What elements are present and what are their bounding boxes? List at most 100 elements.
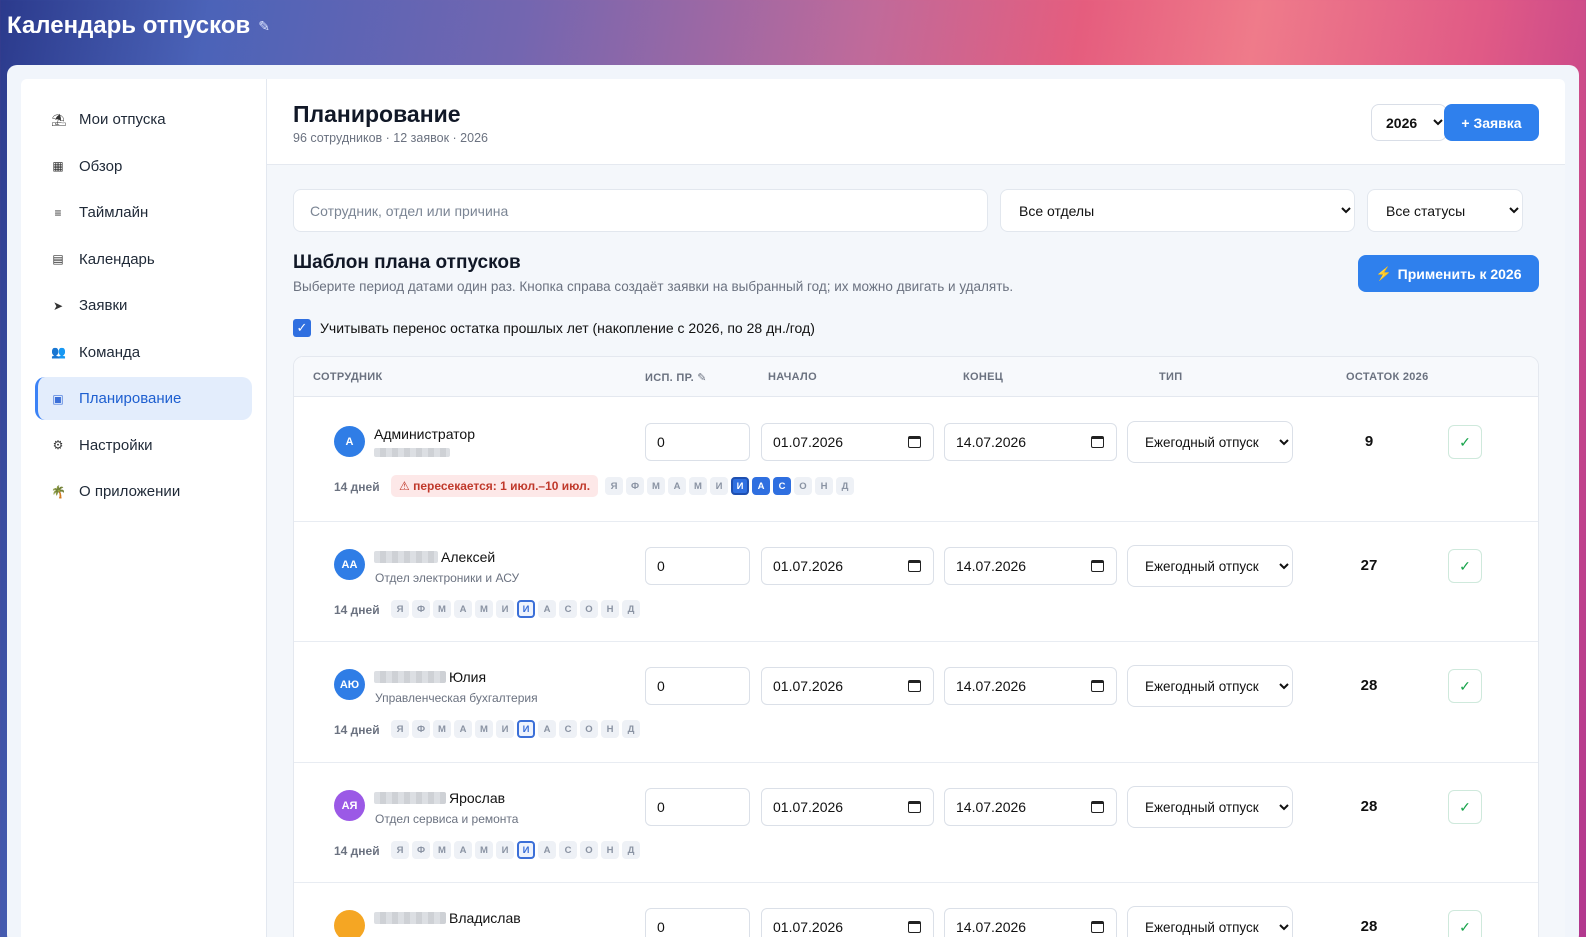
month-cell: Н xyxy=(601,841,619,859)
vacation-type-select[interactable]: Ежегодный отпуск xyxy=(1127,906,1293,937)
year-select[interactable]: 2026 xyxy=(1371,104,1447,141)
employee-name-text: Ярослав xyxy=(449,790,506,806)
sidebar-item-plan[interactable]: ▣ Планирование xyxy=(35,377,252,420)
confirm-button[interactable]: ✓ xyxy=(1448,790,1482,824)
confirm-button[interactable]: ✓ xyxy=(1448,910,1482,937)
sidebar-item-send[interactable]: ➤ Заявки xyxy=(35,284,252,327)
employee-department: Управленческая бухгалтерия xyxy=(375,691,538,705)
month-cell: И xyxy=(731,477,749,495)
used-days-input[interactable] xyxy=(645,547,750,585)
month-cell: И xyxy=(496,841,514,859)
month-cell: И xyxy=(496,600,514,618)
vacation-type-select[interactable]: Ежегодный отпуск xyxy=(1127,421,1293,463)
palm-icon: 🌴 xyxy=(51,484,66,499)
calendar-icon[interactable] xyxy=(1091,921,1104,933)
department-select[interactable]: Все отделы xyxy=(1000,189,1355,232)
redacted-surname xyxy=(374,551,438,563)
used-days-input[interactable] xyxy=(645,667,750,705)
vacation-type-select[interactable]: Ежегодный отпуск xyxy=(1127,545,1293,587)
employee-name: Юлия xyxy=(374,669,486,685)
sidebar-item-lines[interactable]: ≡ Таймлайн xyxy=(35,191,252,234)
column-header: ТИП xyxy=(1159,371,1183,383)
end-date-input[interactable]: 14.07.2026 xyxy=(944,788,1117,826)
calendar-icon[interactable] xyxy=(908,921,921,933)
sidebar-item-label: О приложении xyxy=(79,483,181,500)
calendar-icon[interactable] xyxy=(908,680,921,692)
month-strip: ЯФМАМИИАСОНД xyxy=(391,841,640,859)
confirm-button[interactable]: ✓ xyxy=(1448,669,1482,703)
redacted-surname xyxy=(374,912,446,924)
month-cell: Д xyxy=(622,841,640,859)
sidebar-item-gear[interactable]: ⚙ Настройки xyxy=(35,424,252,467)
calendar-icon[interactable] xyxy=(1091,801,1104,813)
plan-table: СОТРУДНИК ИСП. ПР. ✎ НАЧАЛО КОНЕЦ ТИП ОСТАТОК… xyxy=(293,356,1539,937)
calendar-icon[interactable] xyxy=(908,801,921,813)
start-date-value: 01.07.2026 xyxy=(773,799,844,815)
month-cell: А xyxy=(752,477,770,495)
new-request-button[interactable]: + Заявка xyxy=(1444,104,1539,141)
end-date-value: 14.07.2026 xyxy=(956,678,1027,694)
end-date-input[interactable]: 14.07.2026 xyxy=(944,423,1117,461)
check-icon: ✓ xyxy=(1459,557,1471,574)
confirm-button[interactable]: ✓ xyxy=(1448,425,1482,459)
sidebar-item-team[interactable]: 👥 Команда xyxy=(35,331,252,374)
checkbox-checked-icon[interactable]: ✓ xyxy=(293,319,311,337)
sidebar-item-calendar[interactable]: ▤ Календарь xyxy=(35,238,252,281)
sidebar-item-umbrella[interactable]: ⛱ Мои отпуска xyxy=(35,98,252,141)
used-days-input[interactable] xyxy=(645,908,750,937)
calendar-icon[interactable] xyxy=(908,436,921,448)
end-date-input[interactable]: 14.07.2026 xyxy=(944,908,1117,937)
sidebar: ⛱ Мои отпуска ▦ Обзор ≡ Таймлайн ▤ Календарь ➤ За… xyxy=(21,79,267,937)
used-days-input[interactable] xyxy=(645,423,750,461)
sidebar-item-label: Таймлайн xyxy=(79,204,149,221)
confirm-button[interactable]: ✓ xyxy=(1448,549,1482,583)
calendar-icon[interactable] xyxy=(1091,436,1104,448)
end-date-input[interactable]: 14.07.2026 xyxy=(944,547,1117,585)
employee-name-text: Владислав xyxy=(449,910,521,926)
employee-name: Алексей xyxy=(374,549,495,565)
calendar-icon[interactable] xyxy=(1091,680,1104,692)
calendar-icon[interactable] xyxy=(1091,560,1104,572)
sidebar-item-grid[interactable]: ▦ Обзор xyxy=(35,145,252,188)
carry-over-toggle[interactable]: ✓ Учитывать перенос остатка прошлых лет … xyxy=(293,319,815,337)
start-date-input[interactable]: 01.07.2026 xyxy=(761,547,934,585)
month-cell: А xyxy=(668,477,686,495)
sidebar-item-label: Планирование xyxy=(79,390,182,407)
vacation-days: 14 дней xyxy=(334,603,380,617)
sidebar-item-label: Мои отпуска xyxy=(79,111,166,128)
end-date-value: 14.07.2026 xyxy=(956,919,1027,935)
column-header: СОТРУДНИК xyxy=(313,371,383,383)
start-date-input[interactable]: 01.07.2026 xyxy=(761,423,934,461)
apply-template-label: Применить к 2026 xyxy=(1397,265,1522,282)
employee-name: Администратор xyxy=(374,426,475,442)
status-select[interactable]: Все статусы xyxy=(1367,189,1523,232)
send-icon: ➤ xyxy=(52,298,64,313)
month-cell: С xyxy=(559,841,577,859)
app-title-text: Календарь отпусков xyxy=(7,12,251,39)
avatar: АА xyxy=(334,549,365,580)
start-date-input[interactable]: 01.07.2026 xyxy=(761,788,934,826)
app-card: ⛱ Мои отпуска ▦ Обзор ≡ Таймлайн ▤ Календарь ➤ За… xyxy=(21,79,1565,937)
month-cell: И xyxy=(517,600,535,618)
month-strip: ЯФМАМИИАСОНД xyxy=(391,600,640,618)
vacation-type-select[interactable]: Ежегодный отпуск xyxy=(1127,786,1293,828)
month-cell: М xyxy=(647,477,665,495)
template-subtitle: Выберите период датами один раз. Кнопка … xyxy=(293,279,1014,294)
column-header: НАЧАЛО xyxy=(768,371,817,383)
month-cell: М xyxy=(433,600,451,618)
start-date-input[interactable]: 01.07.2026 xyxy=(761,667,934,705)
sidebar-item-palm[interactable]: 🌴 О приложении xyxy=(35,470,252,513)
remaining-days: 28 xyxy=(1360,677,1378,694)
calendar-icon[interactable] xyxy=(908,560,921,572)
search-input[interactable] xyxy=(293,189,988,232)
used-days-input[interactable] xyxy=(645,788,750,826)
employee-department: Отдел электроники и АСУ xyxy=(375,571,520,585)
apply-template-button[interactable]: ⚡ Применить к 2026 xyxy=(1358,255,1539,292)
pin-icon[interactable]: ✎ xyxy=(258,18,270,35)
table-row: АЮ Юлия Управленческая бухгалтерия 14 дней Я… xyxy=(294,642,1538,763)
table-body: А Администратор 14 дней ⚠ пересекается: 1 и… xyxy=(294,397,1538,937)
vacation-type-select[interactable]: Ежегодный отпуск xyxy=(1127,665,1293,707)
month-cell: С xyxy=(773,477,791,495)
start-date-input[interactable]: 01.07.2026 xyxy=(761,908,934,937)
end-date-input[interactable]: 14.07.2026 xyxy=(944,667,1117,705)
